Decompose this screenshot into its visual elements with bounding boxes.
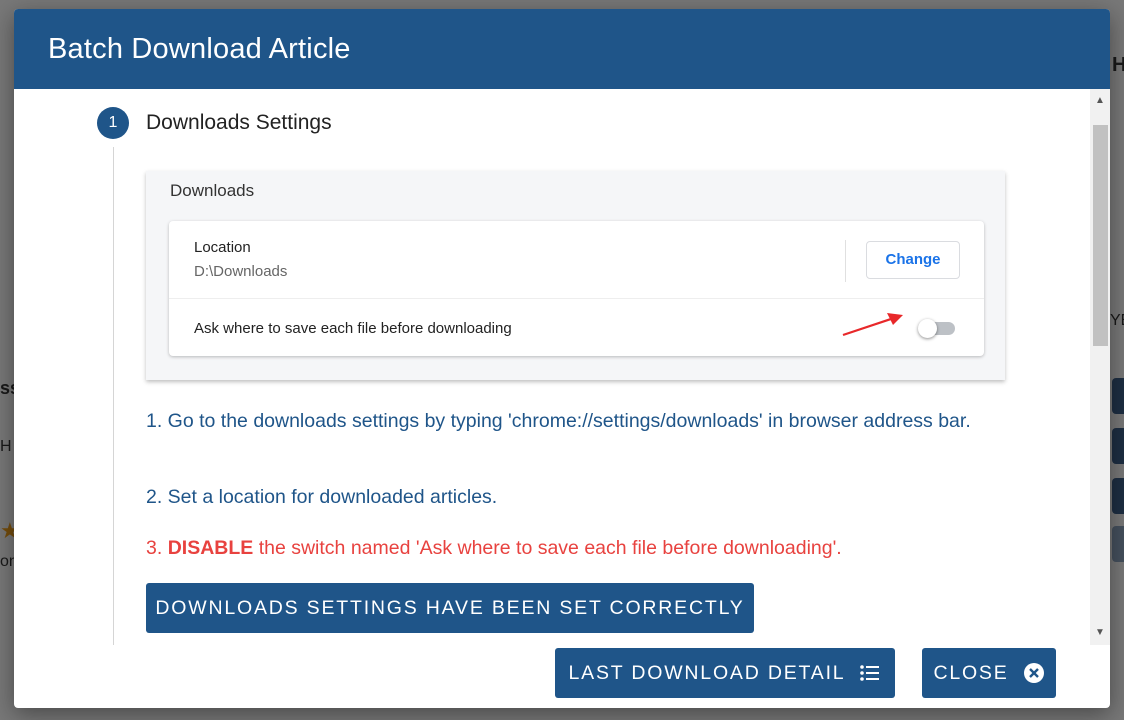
step-title: Downloads Settings [146, 111, 332, 134]
red-arrow-icon [842, 313, 903, 337]
modal-body[interactable]: 1 Downloads Settings Downloads Location … [14, 89, 1110, 645]
instruction-step-1: 1. Go to the downloads settings by typin… [146, 410, 971, 432]
ask-where-save-label: Ask where to save each file before downl… [194, 320, 512, 337]
close-label: CLOSE [933, 661, 1009, 684]
last-download-detail-button[interactable]: LAST DOWNLOAD DETAIL [555, 648, 895, 698]
instruction-step-3: 3. DISABLE the switch named 'Ask where t… [146, 534, 842, 562]
list-icon [860, 665, 880, 681]
scroll-down-arrow-icon[interactable]: ▼ [1090, 623, 1110, 643]
divider [845, 240, 846, 282]
change-location-button-image: Change [866, 241, 960, 279]
batch-download-modal: Batch Download Article 1 Downloads Setti… [14, 9, 1110, 708]
location-value: D:\Downloads [194, 263, 288, 280]
settings-confirmed-button[interactable]: DOWNLOADS SETTINGS HAVE BEEN SET CORRECT… [146, 583, 754, 633]
instruction-step-3-prefix: 3. [146, 537, 168, 559]
modal-scrollbar[interactable]: ▲ ▼ [1090, 89, 1110, 645]
instruction-step-3-rest: the switch named 'Ask where to save each… [253, 537, 842, 559]
ask-where-save-toggle-image [918, 319, 955, 338]
divider [169, 298, 984, 299]
screenshot-heading: Downloads [170, 181, 255, 200]
last-download-detail-label: LAST DOWNLOAD DETAIL [568, 661, 846, 684]
instruction-step-3-emphasis: DISABLE [167, 537, 254, 559]
modal-title: Batch Download Article [48, 32, 351, 65]
instruction-step-2: 2. Set a location for downloaded article… [146, 486, 498, 508]
screenshot-settings-card: Location D:\Downloads Change Ask where t… [169, 221, 984, 356]
location-label: Location [194, 239, 251, 256]
toggle-knob [918, 319, 937, 338]
scrollbar-thumb[interactable] [1093, 125, 1108, 346]
step-number-badge: 1 [97, 107, 129, 139]
close-circle-icon [1023, 663, 1044, 683]
close-button[interactable]: CLOSE [922, 648, 1056, 698]
modal-header: Batch Download Article [14, 9, 1110, 89]
downloads-settings-screenshot: Downloads Location D:\Downloads Change A… [146, 171, 1005, 380]
scroll-up-arrow-icon[interactable]: ▲ [1090, 91, 1110, 111]
step-connector-line [113, 147, 114, 645]
